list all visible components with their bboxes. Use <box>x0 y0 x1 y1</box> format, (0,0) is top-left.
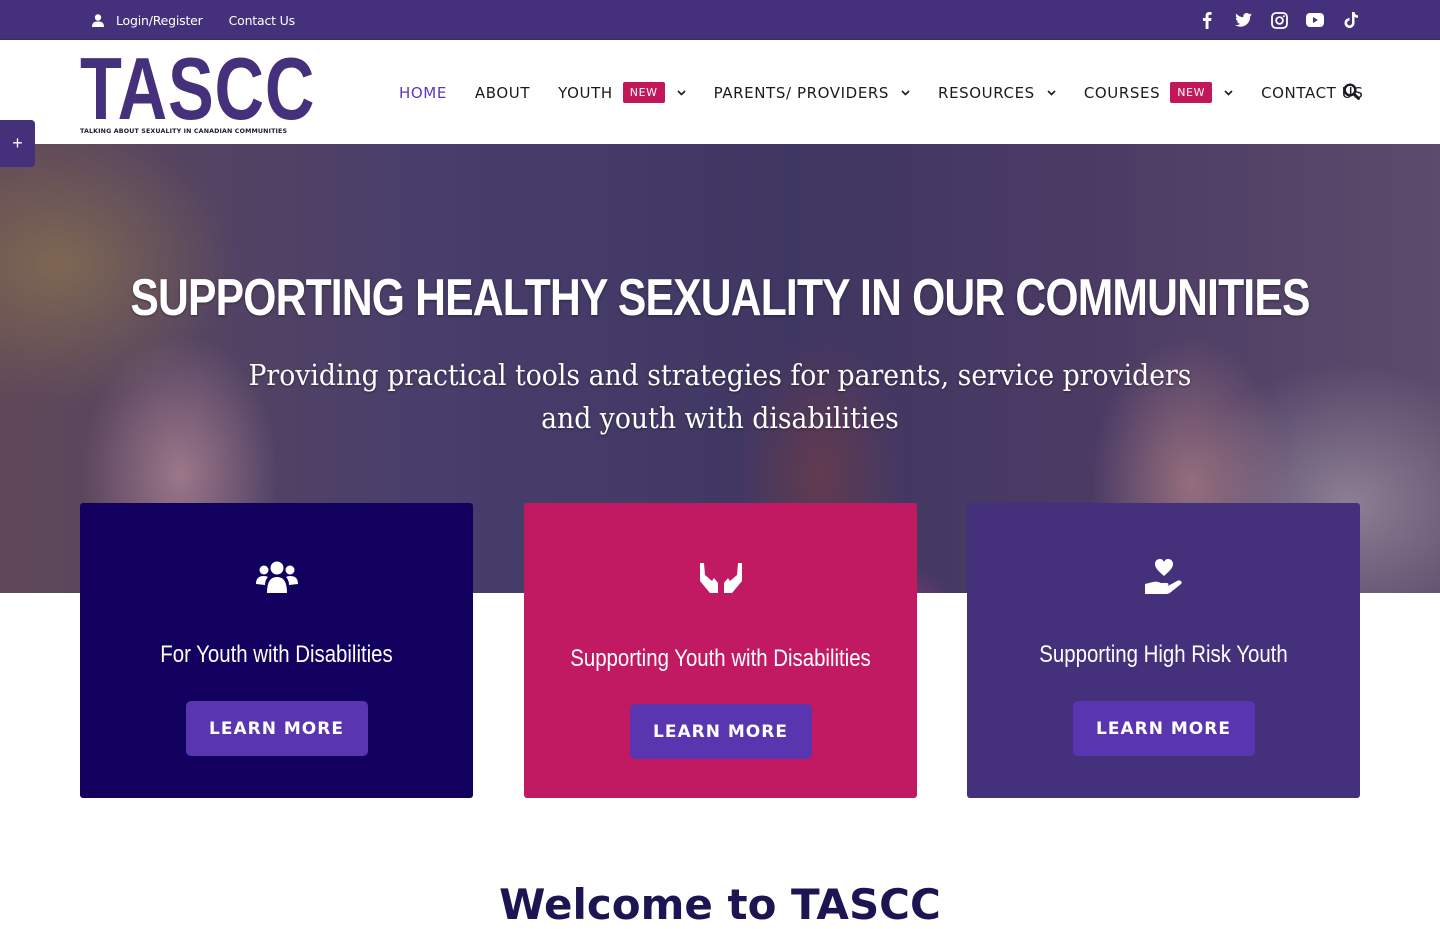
login-register-link[interactable]: Login/Register <box>92 13 203 28</box>
users-icon <box>253 557 301 597</box>
hero-title: SUPPORTING HEALTHY SEXUALITY IN OUR COMM… <box>130 269 1310 327</box>
nav-parents-providers-label: PARENTS/ PROVIDERS <box>713 83 890 102</box>
chevron-down-icon <box>1224 88 1233 97</box>
nav-about[interactable]: ABOUT <box>475 84 530 102</box>
hero-subtitle: Providing practical tools and strategies… <box>248 358 1192 435</box>
card-title: Supporting High Risk Youth <box>1039 641 1288 668</box>
logo-tagline: TALKING ABOUT SEXUALITY IN CANADIAN COMM… <box>80 128 288 135</box>
hands-icon <box>697 557 745 597</box>
youtube-icon[interactable] <box>1306 11 1324 29</box>
new-badge: NEW <box>622 82 665 103</box>
chevron-down-icon <box>1047 88 1056 97</box>
nav-youth[interactable]: YOUTH NEW <box>558 82 686 103</box>
tascc-logo[interactable]: TASCC TALKING ABOUT SEXUALITY IN CANADIA… <box>80 39 316 138</box>
nav-courses-label: COURSES <box>1083 83 1161 102</box>
plus-icon: + <box>12 133 23 153</box>
card-title: Supporting Youth with Disabilities <box>570 645 871 672</box>
logo-wordmark: TASCC <box>80 39 316 138</box>
new-badge: NEW <box>1170 82 1213 103</box>
main-nav: HOME ABOUT YOUTH NEW PARENTS/ PROVIDERS … <box>399 41 1391 144</box>
site-header: TASCC TALKING ABOUT SEXUALITY IN CANADIA… <box>0 41 1440 144</box>
twitter-icon[interactable] <box>1234 11 1252 29</box>
nav-youth-label: YOUTH <box>558 83 613 102</box>
chevron-down-icon <box>901 88 910 97</box>
hand-holding-heart-icon <box>1140 557 1188 597</box>
card-youth-with-disabilities: For Youth with Disabilities LEARN MORE <box>80 503 473 798</box>
learn-more-button[interactable]: LEARN MORE <box>629 704 812 759</box>
instagram-icon[interactable] <box>1270 11 1288 29</box>
search-icon[interactable] <box>1343 83 1361 101</box>
nav-home-label: HOME <box>399 83 447 102</box>
user-icon <box>92 13 104 27</box>
learn-more-button[interactable]: LEARN MORE <box>185 701 368 756</box>
facebook-icon[interactable] <box>1198 11 1216 29</box>
chevron-down-icon <box>677 88 686 97</box>
learn-more-button[interactable]: LEARN MORE <box>1072 701 1255 756</box>
nav-home[interactable]: HOME <box>399 84 447 102</box>
nav-about-label: ABOUT <box>474 83 531 102</box>
card-supporting-youth-with-disabilities: Supporting Youth with Disabilities LEARN… <box>524 503 917 798</box>
nav-parents-providers[interactable]: PARENTS/ PROVIDERS <box>714 84 910 102</box>
welcome-heading: Welcome to TASCC <box>499 880 941 929</box>
nav-resources-label: RESOURCES <box>938 83 1035 102</box>
card-title: For Youth with Disabilities <box>160 641 393 668</box>
top-bar: Login/Register Contact Us <box>0 0 1440 40</box>
nav-courses[interactable]: COURSES NEW <box>1084 82 1233 103</box>
nav-resources[interactable]: RESOURCES <box>938 84 1056 102</box>
login-register-label: Login/Register <box>116 12 203 28</box>
side-panel-toggle[interactable]: + <box>0 120 35 167</box>
card-supporting-high-risk-youth: Supporting High Risk Youth LEARN MORE <box>967 503 1360 798</box>
tiktok-icon[interactable] <box>1342 11 1360 29</box>
contact-us-top-link[interactable]: Contact Us <box>229 13 295 28</box>
